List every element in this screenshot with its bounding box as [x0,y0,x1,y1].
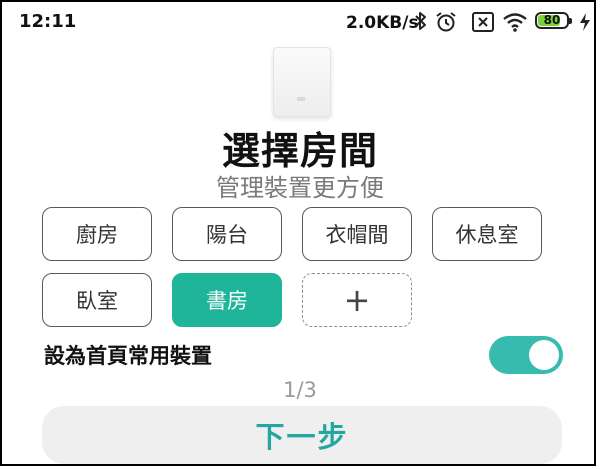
room-chip-balcony[interactable]: 陽台 [172,207,282,261]
battery-level: 80 [543,13,561,27]
battery-icon: 80 [535,12,572,29]
toggle-knob[interactable] [529,340,559,370]
page-subtitle: 管理裝置更方便 [216,174,384,202]
room-chip-kitchen[interactable]: 廚房 [42,207,152,261]
wifi-icon [503,13,527,32]
next-step-button[interactable]: 下一步 [42,406,562,464]
home-device-toggle[interactable] [489,336,563,374]
device-image [273,47,331,117]
home-device-label: 設為首頁常用裝置 [44,344,212,368]
app-screen: 12:11 2.0KB/s 80 選擇房間 管理裝置更方便 廚房 陽台 衣帽間 … [0,0,596,466]
alarm-icon [436,12,456,32]
bluetooth-icon [415,12,426,30]
room-chip-study[interactable]: 書房 [172,273,282,327]
sim-icon [472,12,494,32]
device-logo [297,97,305,101]
room-chip-cloakroom[interactable]: 衣帽間 [302,207,412,261]
network-speed: 2.0KB/s [346,13,419,33]
room-chip-bedroom[interactable]: 臥室 [42,273,152,327]
add-room-button[interactable]: + [302,273,412,327]
status-bar: 12:11 2.0KB/s 80 [2,2,598,42]
status-time: 12:11 [19,11,77,32]
page-title: 選擇房間 [221,129,378,173]
step-indicator: 1/3 [283,378,317,402]
charging-icon [580,13,590,31]
room-chip-lounge[interactable]: 休息室 [432,207,542,261]
